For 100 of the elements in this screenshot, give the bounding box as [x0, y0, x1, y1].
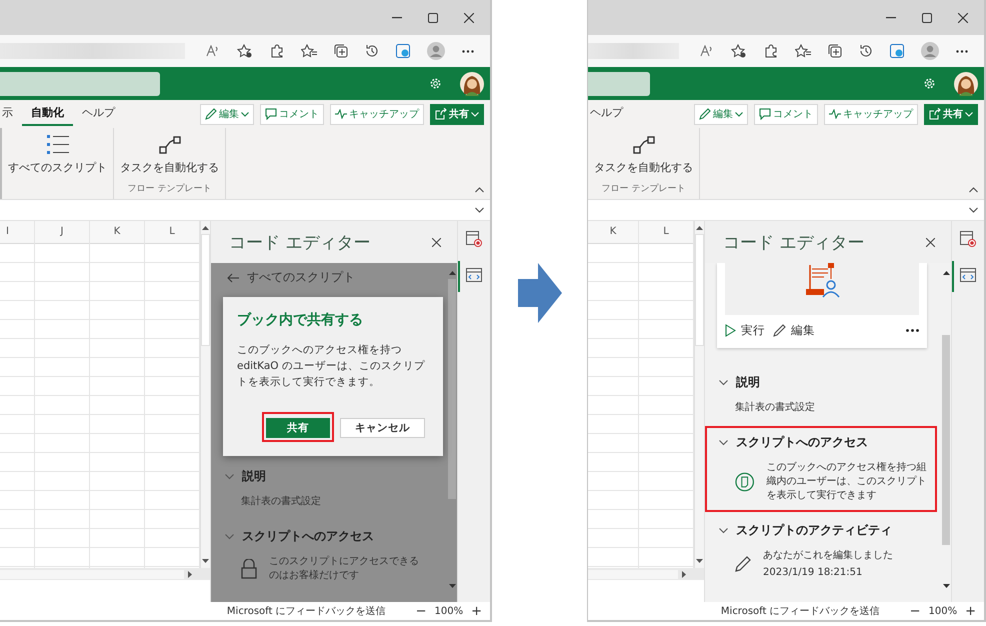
address-field[interactable]	[0, 43, 185, 59]
share-button[interactable]: 共有	[430, 104, 484, 124]
collapse-ribbon-icon[interactable]	[969, 187, 978, 193]
code-editor-icon[interactable]	[960, 268, 976, 282]
history-icon[interactable]	[859, 44, 873, 58]
close-icon[interactable]	[432, 238, 441, 246]
all-scripts-button[interactable]: すべてのスクリプト	[6, 128, 109, 199]
profile-icon[interactable]	[427, 42, 445, 60]
minimize-icon[interactable]	[886, 16, 896, 18]
scroll-down-icon[interactable]	[202, 559, 209, 563]
zoom-in-button[interactable]: +	[965, 604, 976, 618]
chevron-down-icon[interactable]	[719, 378, 728, 387]
close-icon[interactable]	[464, 12, 474, 22]
collapse-ribbon-icon[interactable]	[475, 187, 484, 193]
scrollbar[interactable]	[694, 221, 704, 568]
column-header[interactable]: K	[588, 221, 638, 244]
scroll-right-icon[interactable]	[682, 570, 686, 578]
collections-icon[interactable]	[334, 44, 348, 58]
share-button[interactable]: 共有	[266, 418, 330, 438]
scroll-down-icon[interactable]	[696, 559, 703, 563]
section-title: スクリプトへのアクセス	[736, 434, 868, 451]
column-header[interactable]: J	[35, 221, 89, 244]
favorites-icon[interactable]	[795, 44, 811, 58]
read-aloud-icon[interactable]	[206, 45, 220, 57]
read-aloud-icon[interactable]	[700, 45, 714, 57]
catchup-button[interactable]: キャッチアップ	[330, 104, 424, 124]
code-editor-icon[interactable]	[466, 268, 482, 282]
back-link[interactable]: すべてのスクリプト	[247, 269, 355, 286]
pencil-icon	[735, 556, 751, 572]
more-icon[interactable]	[956, 50, 968, 52]
scroll-up-icon[interactable]	[696, 226, 703, 230]
expand-formula-icon[interactable]	[969, 207, 978, 213]
chevron-down-icon[interactable]	[719, 438, 728, 447]
share-button[interactable]: 共有	[924, 104, 978, 124]
profile-icon[interactable]	[921, 42, 939, 60]
scroll-right-icon[interactable]	[188, 570, 192, 578]
ribbon-tab[interactable]: ヘルプ	[73, 102, 124, 126]
expand-formula-icon[interactable]	[475, 207, 484, 213]
column-header[interactable]: L	[145, 221, 199, 244]
feedback-link[interactable]: Microsoft にフィードバックを送信	[720, 604, 880, 618]
run-button[interactable]: 実行	[725, 323, 765, 338]
catchup-button[interactable]: キャッチアップ	[824, 104, 918, 124]
maximize-icon[interactable]	[922, 12, 932, 22]
list-icon	[46, 134, 70, 156]
browser-logo-icon[interactable]	[396, 44, 410, 58]
maximize-icon[interactable]	[428, 12, 438, 22]
automate-task-button[interactable]: タスクを自動化する	[592, 128, 695, 182]
column-header[interactable]: K	[90, 221, 144, 244]
zoom-out-button[interactable]: −	[910, 604, 920, 618]
scrollbar[interactable]	[0, 568, 210, 580]
close-icon[interactable]	[958, 12, 968, 22]
scrollbar[interactable]	[588, 568, 704, 580]
comment-button[interactable]: コメント	[754, 104, 818, 124]
browser-logo-icon[interactable]	[890, 44, 904, 58]
favorites-icon[interactable]	[301, 44, 317, 58]
zoom-in-button[interactable]: +	[471, 604, 482, 618]
star-plus-icon[interactable]	[731, 44, 747, 58]
dialog-message: このブックへのアクセス権を持つ editKaO のユーザーは、このスクリプトを表示して実行できます。	[237, 343, 426, 390]
edit-button[interactable]: 編集	[200, 104, 254, 124]
ribbon-tab[interactable]: ヘルプ	[588, 102, 632, 126]
close-icon[interactable]	[926, 238, 935, 246]
collections-icon[interactable]	[828, 44, 842, 58]
minimize-icon[interactable]	[392, 16, 402, 18]
pencil-icon	[699, 108, 711, 120]
column-header[interactable]: I	[0, 221, 34, 244]
more-icon[interactable]	[462, 50, 474, 52]
zoom-out-button[interactable]: −	[416, 604, 426, 618]
star-plus-icon[interactable]	[237, 44, 253, 58]
edit-button[interactable]: 編集	[694, 104, 748, 124]
scrollbar[interactable]	[200, 221, 210, 568]
edit-button[interactable]: 編集	[773, 323, 815, 338]
record-icon[interactable]	[466, 231, 482, 247]
settings-icon[interactable]	[923, 77, 936, 90]
flow-icon	[158, 134, 182, 156]
record-icon[interactable]	[960, 231, 976, 247]
chevron-down-icon[interactable]	[719, 526, 728, 535]
search-field[interactable]	[0, 72, 160, 96]
ribbon-tab[interactable]: 自動化	[22, 102, 73, 126]
comment-button[interactable]: コメント	[260, 104, 324, 124]
more-icon[interactable]	[906, 329, 919, 332]
avatar-icon[interactable]	[954, 72, 978, 96]
address-field[interactable]	[588, 43, 679, 59]
cancel-button[interactable]: キャンセル	[340, 418, 425, 438]
puzzle-icon[interactable]	[270, 44, 284, 58]
settings-icon[interactable]	[429, 77, 442, 90]
puzzle-icon[interactable]	[764, 44, 778, 58]
column-header[interactable]: L	[639, 221, 693, 244]
search-field[interactable]	[588, 72, 650, 96]
ribbon-tab[interactable]: 示	[0, 102, 22, 126]
automate-task-button[interactable]: タスクを自動化する	[118, 128, 221, 182]
history-icon[interactable]	[365, 44, 379, 58]
scroll-up-icon[interactable]	[202, 226, 209, 230]
share-icon	[929, 108, 941, 120]
scroll-down-icon[interactable]	[942, 584, 950, 588]
section-text: 集計表の書式設定	[735, 401, 815, 415]
feedback-link[interactable]: Microsoft にフィードバックを送信	[226, 604, 386, 618]
back-arrow-icon[interactable]	[227, 272, 239, 282]
avatar-icon[interactable]	[460, 72, 484, 96]
panel-title: コード エディター	[723, 232, 864, 254]
scroll-up-icon[interactable]	[942, 271, 950, 275]
